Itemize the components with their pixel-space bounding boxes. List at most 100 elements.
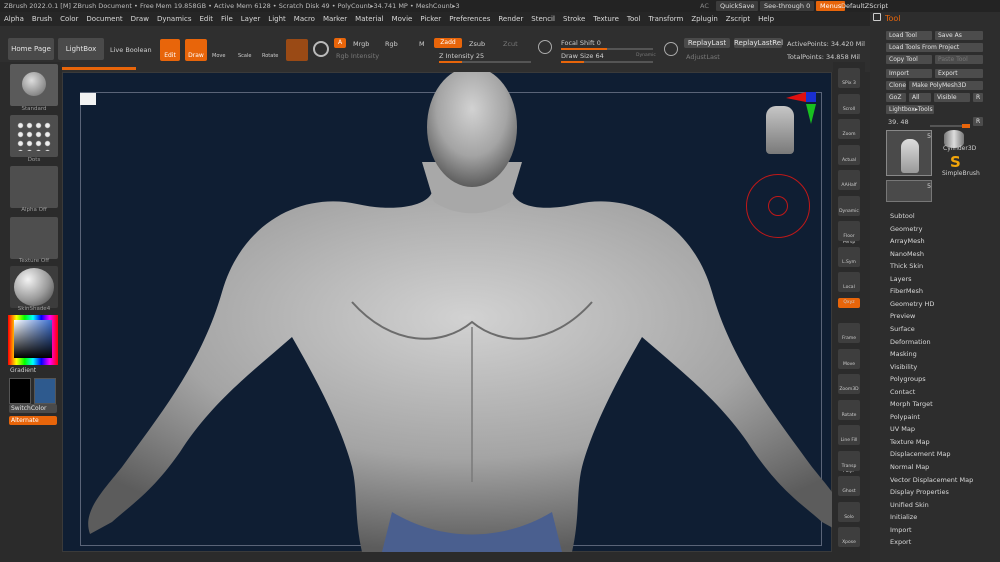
sculpt-model[interactable]	[62, 72, 832, 552]
color-square[interactable]	[14, 320, 52, 358]
m-button[interactable]: M	[419, 40, 425, 48]
export-button[interactable]: Export	[935, 69, 983, 78]
shelf-local[interactable]: Local	[838, 272, 860, 292]
shelf-floor[interactable]: Floor	[838, 221, 860, 241]
shelf-qxyz[interactable]: Qxyz	[838, 297, 860, 308]
focal-shift-slider[interactable]: Focal Shift 0	[561, 39, 601, 47]
scale-button[interactable]: Scale	[238, 53, 251, 59]
stroke-thumbnail[interactable]	[10, 115, 58, 157]
tool-r-button[interactable]: R	[973, 117, 983, 126]
menu-material[interactable]: Material	[355, 15, 383, 23]
quicksave-button[interactable]: QuickSave	[716, 1, 759, 11]
default-zscript-button[interactable]: DefaultZScript	[841, 1, 888, 11]
subpalette-unified-skin[interactable]: Unified Skin	[890, 501, 929, 509]
home-page-button[interactable]: Home Page	[8, 38, 54, 60]
subpalette-subtool[interactable]: Subtool	[890, 212, 915, 220]
subpalette-normal-map[interactable]: Normal Map	[890, 463, 929, 471]
shelf-solo[interactable]: Solo	[838, 501, 860, 522]
goz-all-button[interactable]: All	[909, 93, 931, 102]
symmetry-s-icon[interactable]	[313, 41, 329, 57]
subpalette-uv-map[interactable]: UV Map	[890, 425, 915, 433]
shelf-l-sym[interactable]: L.Sym	[838, 246, 860, 267]
subpalette-thick-skin[interactable]: Thick Skin	[890, 262, 923, 270]
shelf-line-fill-polyf[interactable]: Line Fill PolyF	[838, 425, 860, 474]
shelf-scroll[interactable]: Scroll	[838, 93, 860, 114]
rgb-intensity-slider[interactable]: Rgb Intensity	[336, 52, 379, 60]
move-button[interactable]: Move	[212, 53, 225, 59]
menu-marker[interactable]: Marker	[323, 15, 347, 23]
load-tool-button[interactable]: Load Tool	[886, 31, 932, 40]
shelf-rotate[interactable]: Rotate	[838, 399, 860, 420]
subpalette-initialize[interactable]: Initialize	[890, 513, 917, 521]
shelf-frame[interactable]: Frame	[838, 323, 860, 343]
lazy-mouse-icon[interactable]	[664, 42, 678, 56]
make-polymesh3d-button[interactable]: Make PolyMesh3D	[909, 81, 983, 90]
subpalette-import[interactable]: Import	[890, 526, 912, 534]
shelf-spix-3[interactable]: SPix 3	[838, 68, 860, 88]
subpalette-vector-displacement-map[interactable]: Vector Displacement Map	[890, 476, 973, 484]
menu-alpha[interactable]: Alpha	[4, 15, 24, 23]
shelf-zoom3d[interactable]: Zoom3D	[838, 374, 860, 394]
copy-tool-button[interactable]: Copy Tool	[886, 55, 932, 64]
menu-document[interactable]: Document	[86, 15, 122, 23]
menu-layer[interactable]: Layer	[241, 15, 261, 23]
subpalette-surface[interactable]: Surface	[890, 325, 915, 333]
tool-count-slider[interactable]: 39. 48	[888, 118, 909, 126]
menu-render[interactable]: Render	[498, 15, 523, 23]
z-intensity-slider[interactable]: Z Intensity 25	[439, 52, 484, 60]
draw-size-slider[interactable]: Draw Size 64	[561, 52, 604, 60]
mrgb-button[interactable]: Mrgb	[353, 40, 369, 48]
subpalette-masking[interactable]: Masking	[890, 350, 917, 358]
menu-zscript[interactable]: Zscript	[726, 15, 750, 23]
save-as-button[interactable]: Save As	[935, 31, 983, 40]
goz-visible-button[interactable]: Visible	[934, 93, 970, 102]
menu-picker[interactable]: Picker	[420, 15, 441, 23]
menu-tool[interactable]: Tool	[627, 15, 641, 23]
shelf-aahalf[interactable]: AAHalf	[838, 170, 860, 190]
draw-size-track[interactable]	[561, 61, 653, 63]
menu-edit[interactable]: Edit	[199, 15, 213, 23]
shelf-dynamic-persp[interactable]: Dynamic Persp	[838, 195, 860, 245]
shelf-move[interactable]: Move	[838, 348, 860, 369]
menu-macro[interactable]: Macro	[294, 15, 315, 23]
current-tool-thumbnail[interactable]: 5	[886, 130, 932, 176]
lightbox-tools-button[interactable]: Lightbox▸Tools	[886, 105, 934, 114]
subpalette-preview[interactable]: Preview	[890, 312, 915, 320]
switch-color-button[interactable]: SwitchColor	[9, 404, 57, 413]
subpalette-geometry-hd[interactable]: Geometry HD	[890, 300, 934, 308]
menu-stencil[interactable]: Stencil	[531, 15, 555, 23]
menu-dynamics[interactable]: Dynamics	[157, 15, 192, 23]
color-picker[interactable]	[8, 315, 58, 365]
menu-draw[interactable]: Draw	[131, 15, 149, 23]
goz-button[interactable]: GoZ	[886, 93, 906, 102]
subpalette-arraymesh[interactable]: ArrayMesh	[890, 237, 925, 245]
menu-stroke[interactable]: Stroke	[563, 15, 585, 23]
clone-button[interactable]: Clone	[886, 81, 906, 90]
menu-texture[interactable]: Texture	[593, 15, 619, 23]
dynamic-button[interactable]: Dynamic	[636, 53, 656, 58]
adjust-last-slider[interactable]: AdjustLast	[686, 53, 720, 61]
material-sphere-icon[interactable]	[286, 39, 308, 61]
a-button[interactable]: A	[334, 38, 346, 48]
import-button[interactable]: Import	[886, 69, 932, 78]
menu-help[interactable]: Help	[758, 15, 774, 23]
cylinder3d-label[interactable]: Cylinder3D	[943, 145, 976, 152]
simplebrush-icon[interactable]: S	[950, 154, 962, 170]
subpalette-deformation[interactable]: Deformation	[890, 338, 931, 346]
menu-color[interactable]: Color	[60, 15, 78, 23]
zadd-button[interactable]: Zadd	[434, 38, 462, 48]
gradient-label[interactable]: Gradient	[10, 367, 36, 374]
menu-movie[interactable]: Movie	[392, 15, 413, 23]
shelf-ghost[interactable]: Ghost	[838, 476, 860, 496]
subpalette-displacement-map[interactable]: Displacement Map	[890, 450, 950, 458]
main-color-swatch[interactable]	[9, 378, 31, 404]
subpalette-nanomesh[interactable]: NanoMesh	[890, 250, 924, 258]
edit-button[interactable]: Edit	[160, 39, 180, 61]
menu-transform[interactable]: Transform	[649, 15, 684, 23]
tool-palette-title[interactable]: Tool	[885, 14, 901, 23]
z-intensity-track[interactable]	[439, 61, 531, 63]
replay-last-button[interactable]: ReplayLast	[684, 38, 730, 48]
goz-r-button[interactable]: R	[973, 93, 983, 102]
lightbox-button[interactable]: LightBox	[58, 38, 104, 60]
secondary-color-swatch[interactable]	[34, 378, 56, 404]
